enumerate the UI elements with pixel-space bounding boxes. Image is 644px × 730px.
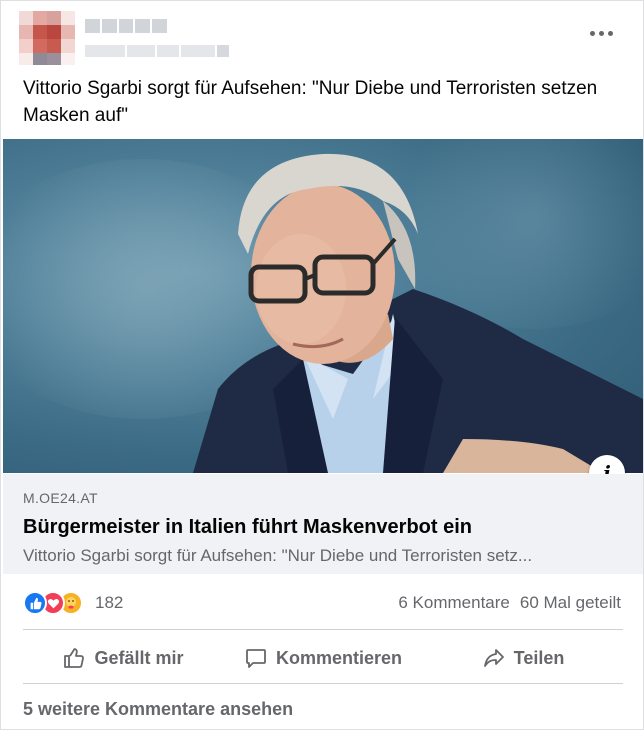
link-title[interactable]: Bürgermeister in Italien führt Maskenver…	[23, 516, 472, 539]
reaction-count[interactable]: 182	[95, 593, 123, 613]
share-icon	[483, 649, 504, 667]
more-options-icon[interactable]	[587, 19, 615, 47]
view-more-comments-link[interactable]: 5 weitere Kommentare ansehen	[23, 699, 293, 720]
comment-icon	[246, 649, 266, 668]
action-bar: Gefällt mir Kommentieren Teilen	[23, 637, 623, 679]
link-preview-image[interactable]	[3, 139, 643, 473]
share-button[interactable]: Teilen	[423, 637, 623, 679]
post-meta-blurred	[85, 43, 243, 59]
link-description: Vittorio Sgarbi sorgt für Aufsehen: "Nur…	[23, 546, 533, 565]
link-preview[interactable]: M.OE24.AT Bürgermeister in Italien führt…	[3, 474, 643, 574]
share-label: Teilen	[513, 647, 565, 668]
portrait-illustration	[193, 153, 643, 473]
avatar[interactable]	[19, 11, 75, 65]
comment-count[interactable]: 6 Kommentare	[398, 593, 510, 613]
author-name-blurred[interactable]	[85, 19, 167, 33]
link-domain: M.OE24.AT	[23, 490, 98, 506]
like-label: Gefällt mir	[94, 647, 184, 668]
comment-button[interactable]: Kommentieren	[223, 637, 423, 679]
divider	[23, 683, 623, 684]
post-text: Vittorio Sgarbi sorgt für Aufsehen: "Nur…	[23, 78, 598, 126]
engagement-stats: 6 Kommentare 60 Mal geteilt	[398, 593, 621, 613]
like-icon	[23, 591, 47, 615]
post-header	[1, 1, 644, 71]
like-button[interactable]: Gefällt mir	[23, 637, 223, 679]
reaction-summary[interactable]: 182	[23, 591, 123, 615]
post-card: Vittorio Sgarbi sorgt für Aufsehen: "Nur…	[0, 0, 644, 730]
share-count[interactable]: 60 Mal geteilt	[520, 593, 621, 613]
divider	[23, 629, 623, 630]
thumbs-up-icon	[64, 648, 85, 668]
comment-label: Kommentieren	[275, 647, 403, 668]
